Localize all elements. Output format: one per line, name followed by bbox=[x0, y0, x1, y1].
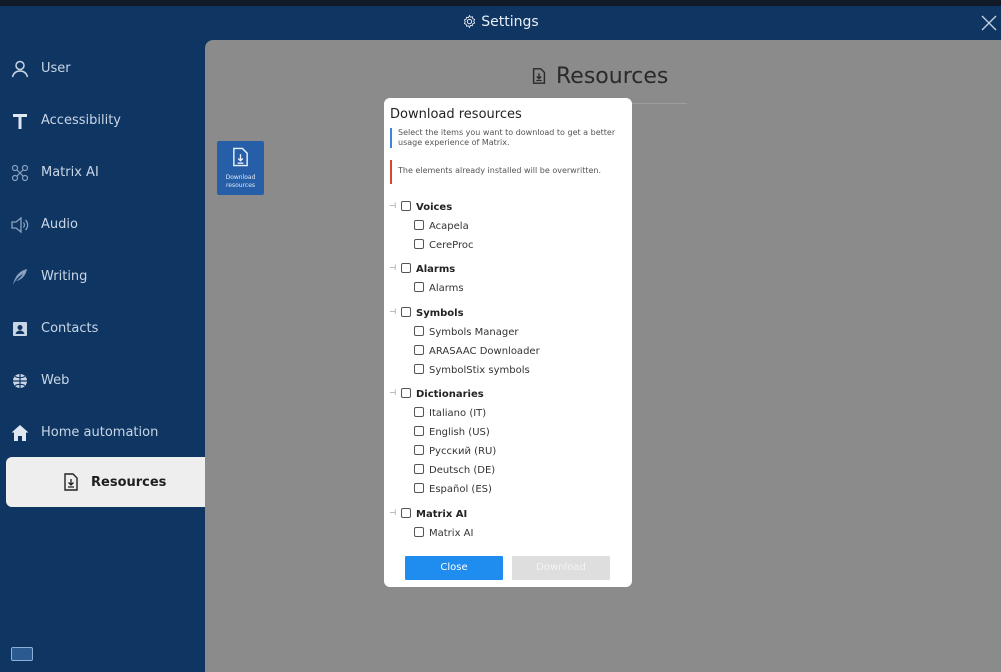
checkbox[interactable] bbox=[414, 483, 424, 493]
tile-label: Download resources bbox=[217, 174, 264, 190]
checkbox[interactable] bbox=[414, 527, 424, 537]
sidebar-item-accessibility[interactable]: Accessibility bbox=[0, 95, 205, 147]
checkbox[interactable] bbox=[414, 239, 424, 249]
checkbox[interactable] bbox=[414, 220, 424, 230]
warning-note: The elements already installed will be o… bbox=[390, 160, 626, 184]
collapse-icon[interactable]: ⊣ bbox=[389, 508, 396, 517]
matrix-ai-icon bbox=[11, 164, 29, 182]
group-label: Alarms bbox=[416, 264, 456, 275]
item-label: SymbolStix symbols bbox=[429, 365, 530, 376]
checkbox[interactable] bbox=[401, 307, 411, 317]
sidebar-item-label: Writing bbox=[41, 269, 88, 284]
info-note: Select the items you want to download to… bbox=[390, 128, 626, 148]
sidebar-item-label: User bbox=[41, 61, 71, 76]
dialog-title: Download resources bbox=[390, 107, 522, 122]
window-title: Settings bbox=[0, 14, 1001, 30]
sidebar-item-label: Accessibility bbox=[41, 113, 121, 128]
item-label: CereProc bbox=[429, 240, 474, 251]
item-label: English (US) bbox=[429, 427, 490, 438]
sidebar-item-resources[interactable]: Resources bbox=[6, 457, 205, 507]
group-label: Matrix AI bbox=[416, 509, 468, 520]
download-file-icon bbox=[233, 147, 248, 167]
sidebar-item-label: Resources bbox=[91, 475, 167, 490]
sidebar-item-label: Matrix AI bbox=[41, 165, 99, 180]
sidebar-item-writing[interactable]: Writing bbox=[0, 251, 205, 303]
item-label: Русский (RU) bbox=[429, 446, 497, 457]
item-label: Matrix AI bbox=[429, 528, 474, 539]
group-label: Voices bbox=[416, 202, 453, 213]
item-label: Symbols Manager bbox=[429, 327, 519, 338]
globe-icon bbox=[13, 374, 27, 388]
close-button[interactable]: Close bbox=[405, 556, 503, 580]
tile-label-line1: Download bbox=[225, 174, 256, 181]
checkbox[interactable] bbox=[414, 364, 424, 374]
checkbox[interactable] bbox=[414, 345, 424, 355]
page-title-text: Resources bbox=[556, 64, 669, 89]
sidebar-item-home-automation[interactable]: Home automation bbox=[0, 407, 205, 459]
item-label: Italiano (IT) bbox=[429, 408, 487, 419]
sidebar-item-audio[interactable]: Audio bbox=[0, 199, 205, 251]
page-title: Resources bbox=[530, 64, 668, 89]
close-icon[interactable] bbox=[979, 13, 999, 33]
home-icon bbox=[11, 425, 29, 441]
checkbox[interactable] bbox=[414, 426, 424, 436]
user-icon bbox=[11, 60, 29, 78]
download-resources-tile[interactable]: Download resources bbox=[217, 141, 264, 195]
item-label: Alarms bbox=[429, 283, 464, 294]
item-label: Acapela bbox=[429, 221, 469, 232]
speaker-icon bbox=[11, 216, 29, 234]
item-label: Español (ES) bbox=[429, 484, 492, 495]
group-label: Dictionaries bbox=[416, 389, 484, 400]
item-label: Deutsch (DE) bbox=[429, 465, 496, 476]
item-label: ARASAAC Downloader bbox=[429, 346, 540, 357]
collapse-icon[interactable]: ⊣ bbox=[389, 388, 396, 397]
gear-icon bbox=[464, 14, 476, 29]
download-resources-dialog: Download resources Select the items you … bbox=[384, 98, 632, 587]
sidebar-item-label: Home automation bbox=[41, 425, 159, 440]
title-bar: Settings bbox=[0, 6, 1001, 40]
contacts-icon bbox=[13, 322, 27, 336]
sidebar-item-matrix-ai[interactable]: Matrix AI bbox=[0, 147, 205, 199]
sidebar-item-label: Contacts bbox=[41, 321, 99, 336]
keyboard-icon[interactable] bbox=[11, 647, 33, 661]
checkbox[interactable] bbox=[414, 464, 424, 474]
sidebar-item-label: Web bbox=[41, 373, 70, 388]
checkbox[interactable] bbox=[401, 508, 411, 518]
collapse-icon[interactable]: ⊣ bbox=[389, 263, 396, 272]
checkbox[interactable] bbox=[414, 445, 424, 455]
sidebar: User Accessibility Matrix AI Audio Writi… bbox=[0, 40, 205, 672]
feather-icon bbox=[13, 269, 27, 285]
sidebar-item-label: Audio bbox=[41, 217, 78, 232]
collapse-icon[interactable]: ⊣ bbox=[389, 307, 396, 316]
window-title-text: Settings bbox=[481, 14, 539, 30]
download-file-icon bbox=[532, 68, 546, 84]
accessibility-icon bbox=[13, 114, 27, 129]
download-button[interactable]: Download bbox=[512, 556, 610, 580]
checkbox[interactable] bbox=[401, 201, 411, 211]
checkbox[interactable] bbox=[414, 282, 424, 292]
sidebar-item-contacts[interactable]: Contacts bbox=[0, 303, 205, 355]
collapse-icon[interactable]: ⊣ bbox=[389, 201, 396, 210]
sidebar-item-user[interactable]: User bbox=[0, 43, 205, 95]
checkbox[interactable] bbox=[401, 263, 411, 273]
checkbox[interactable] bbox=[414, 326, 424, 336]
checkbox[interactable] bbox=[401, 388, 411, 398]
checkbox[interactable] bbox=[414, 407, 424, 417]
sidebar-item-web[interactable]: Web bbox=[0, 355, 205, 407]
group-label: Symbols bbox=[416, 308, 464, 319]
download-file-icon bbox=[64, 473, 78, 491]
tile-label-line2: resources bbox=[225, 182, 256, 189]
